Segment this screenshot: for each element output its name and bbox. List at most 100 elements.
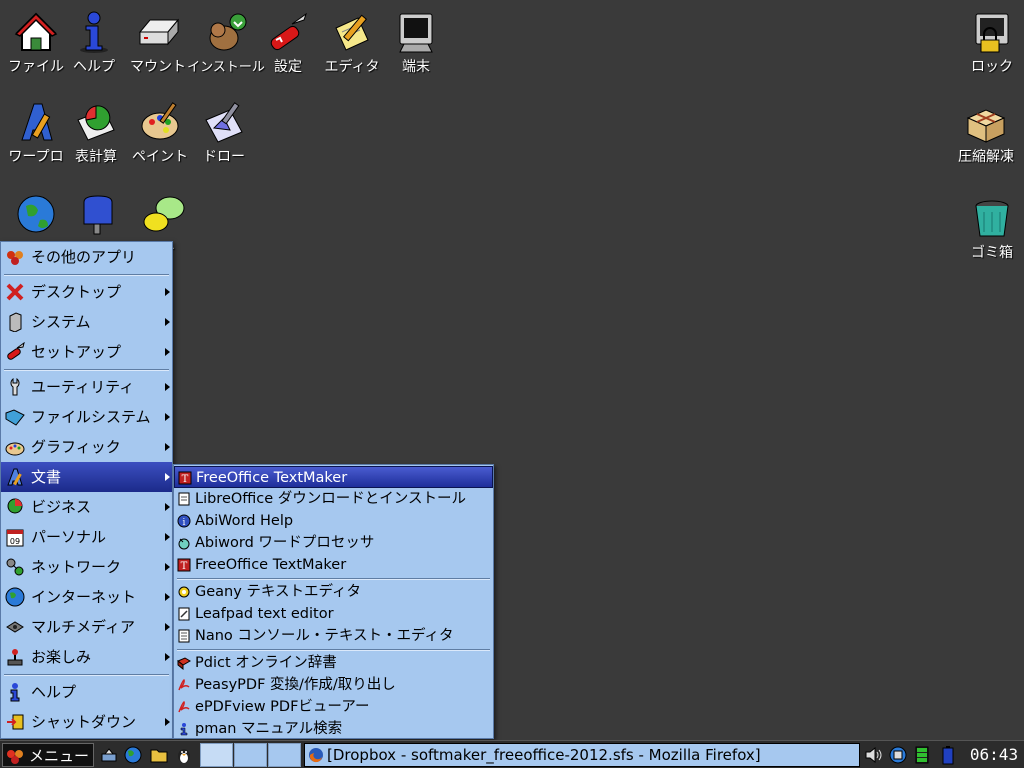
- calendar-icon: 09: [6, 529, 24, 547]
- show-desktop-icon[interactable]: [100, 746, 118, 764]
- tux-penguin-icon[interactable]: [175, 746, 193, 764]
- home-icon: [14, 12, 58, 51]
- palette-icon: [141, 102, 179, 140]
- submenu-arrow-icon: [165, 503, 170, 511]
- submenu-arrow-icon: [165, 533, 170, 541]
- menu-item-fun[interactable]: お楽しみ: [1, 642, 172, 672]
- trash-icon: [975, 200, 1009, 237]
- firefox-icon: [309, 748, 323, 763]
- desktop-icon-label: 圧縮解凍: [958, 149, 1014, 165]
- menu-item-help[interactable]: ヘルプ: [1, 677, 172, 707]
- submenu-item-geany[interactable]: Geany テキストエディタ: [174, 581, 493, 603]
- menu-item-business[interactable]: ビジネス: [1, 492, 172, 522]
- submenu-arrow-icon: [165, 383, 170, 391]
- svg-text:T: T: [181, 561, 188, 572]
- text-file-icon: [178, 629, 190, 643]
- submenu-item-freeoffice-textmaker[interactable]: T FreeOffice TextMaker: [174, 466, 493, 488]
- submenu-arrow-icon: [165, 718, 170, 726]
- menu-item-other-apps[interactable]: その他のアプリ: [1, 242, 172, 272]
- menu-item-document[interactable]: 文書: [1, 462, 172, 492]
- drive-icon: [138, 18, 180, 46]
- swiss-knife-icon: [7, 342, 25, 360]
- apps-icon: [7, 251, 23, 265]
- submenu-item-libreoffice[interactable]: LibreOffice ダウンロードとインストール: [174, 488, 493, 510]
- submenu-item-pman[interactable]: pman マニュアル検索: [174, 718, 493, 740]
- desktop-icon-label: 端末: [402, 59, 430, 75]
- joystick-icon: [7, 649, 23, 666]
- document-wordpro-icon: [7, 468, 23, 486]
- taskbar: メニュー [Dropbox - softmaker_freeoffice-201…: [0, 740, 1024, 768]
- disk-usage-icon[interactable]: [912, 745, 932, 765]
- menu-item-system[interactable]: システム: [1, 307, 172, 337]
- submenu-item-abiword-help[interactable]: i AbiWord Help: [174, 510, 493, 532]
- help-info-icon: [80, 11, 108, 53]
- lock-icon: [975, 13, 1009, 53]
- network-status-icon[interactable]: [888, 745, 908, 765]
- menu-item-filesystem[interactable]: ファイルシステム: [1, 402, 172, 432]
- desktop-icon-trash[interactable]: ゴミ箱: [960, 190, 1024, 266]
- workspace-1[interactable]: [200, 743, 233, 767]
- battery-icon[interactable]: [938, 745, 958, 765]
- desktop-icon-archive[interactable]: 圧縮解凍: [954, 94, 1018, 170]
- submenu-arrow-icon: [165, 653, 170, 661]
- info-circle-icon: i: [177, 514, 191, 528]
- submenu-item-leafpad[interactable]: Leafpad text editor: [174, 603, 493, 625]
- volume-icon[interactable]: [864, 745, 884, 765]
- desktop-icon-label: ロック: [971, 59, 1013, 75]
- help-info-icon: [180, 723, 188, 736]
- leafpad-icon: [178, 607, 190, 621]
- taskbar-window-firefox[interactable]: [Dropbox - softmaker_freeoffice-2012.sfs…: [304, 743, 860, 767]
- archive-package-icon: [966, 109, 1006, 143]
- clock[interactable]: 06:43: [964, 741, 1024, 768]
- submenu-arrow-icon: [165, 413, 170, 421]
- submenu-item-freeoffice-textmaker-2[interactable]: T FreeOffice TextMaker: [174, 554, 493, 576]
- submenu-arrow-icon: [165, 563, 170, 571]
- workspace-3[interactable]: [268, 743, 301, 767]
- pdf-icon: [178, 679, 190, 691]
- folder-icon[interactable]: [150, 746, 168, 764]
- draw-icon: [205, 102, 243, 143]
- editor-pencil-icon: [335, 14, 369, 51]
- palette-icon: [5, 442, 25, 456]
- submenu-item-abiword[interactable]: Abiword ワードプロセッサ: [174, 532, 493, 554]
- geany-icon: [178, 586, 190, 598]
- menu-item-shutdown[interactable]: シャットダウン: [1, 707, 172, 737]
- folder-icon: [5, 409, 25, 426]
- submenu-item-peasypdf[interactable]: PeasyPDF 変換/作成/取り出し: [174, 674, 493, 696]
- menu-item-desktop[interactable]: デスクトップ: [1, 277, 172, 307]
- network-icon: [6, 558, 24, 576]
- menu-item-network[interactable]: ネットワーク: [1, 552, 172, 582]
- main-menu: その他のアプリ デスクトップ システム セットアップ ユーティリティ ファイルシ…: [0, 241, 173, 739]
- desktop-icon-label: ゴミ箱: [971, 245, 1013, 261]
- submenu-item-pdict[interactable]: Pdict オンライン辞書: [174, 652, 493, 674]
- submenu-item-epdfview[interactable]: ePDFview PDFビューアー: [174, 696, 493, 718]
- submenu-item-nano[interactable]: Nano コンソール・テキスト・エディタ: [174, 625, 493, 647]
- submenu-arrow-icon: [165, 623, 170, 631]
- abiword-icon: [178, 538, 190, 550]
- menu-item-internet[interactable]: インターネット: [1, 582, 172, 612]
- system-tower-icon: [9, 312, 22, 332]
- menu-item-graphic[interactable]: グラフィック: [1, 432, 172, 462]
- desktop-icon-draw[interactable]: ドロー: [192, 94, 256, 170]
- desktop-icon-terminal[interactable]: 端末: [384, 4, 448, 80]
- menu-item-personal[interactable]: 09 パーソナル: [1, 522, 172, 552]
- start-menu-button[interactable]: メニュー: [2, 743, 94, 767]
- chat-bubbles-icon: [143, 196, 185, 232]
- workspace-2[interactable]: [234, 743, 267, 767]
- document-submenu: T FreeOffice TextMaker LibreOffice ダウンロー…: [173, 464, 494, 739]
- swiss-knife-icon: [270, 12, 307, 51]
- desktop-icon-lock[interactable]: ロック: [960, 4, 1024, 80]
- globe-icon: [17, 195, 55, 233]
- document-page-icon: [178, 492, 190, 506]
- menu-item-utility[interactable]: ユーティリティ: [1, 372, 172, 402]
- menu-item-setup[interactable]: セットアップ: [1, 337, 172, 367]
- wrench-icon: [10, 377, 20, 396]
- submenu-arrow-icon: [165, 288, 170, 296]
- globe-icon[interactable]: [124, 746, 142, 764]
- svg-text:T: T: [182, 474, 189, 485]
- submenu-arrow-icon: [165, 473, 170, 481]
- menu-item-multimedia[interactable]: マルチメディア: [1, 612, 172, 642]
- textmaker-icon: T: [178, 471, 192, 485]
- install-dog-icon: [209, 13, 247, 51]
- puppy-menu-icon: [7, 750, 23, 764]
